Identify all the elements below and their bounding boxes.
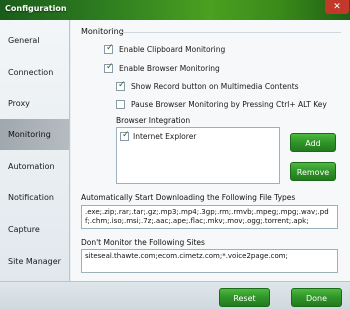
sidebar-item-site-manager[interactable]: Site Manager [0, 246, 69, 277]
check-icon: ✓ [106, 43, 114, 53]
record-button-checkbox[interactable]: ✓ [116, 80, 126, 91]
file-types-field[interactable]: .exe;.zip;.rar;.tar;.gz;.mp3;.mp4;.3gp;.… [81, 205, 338, 229]
remove-button[interactable]: Remove [290, 162, 336, 181]
sidebar: General Connection Proxy Monitoring Auto… [0, 20, 70, 281]
done-button[interactable]: Done [291, 288, 342, 307]
check-icon: ✓ [122, 130, 130, 140]
exclude-sites-heading: Don't Monitor the Following Sites [81, 238, 205, 247]
pause-monitoring-label: Pause Browser Monitoring by Pressing Ctr… [131, 100, 327, 109]
sidebar-item-capture[interactable]: Capture [0, 214, 69, 245]
close-icon[interactable]: ✕ [325, 0, 349, 14]
auto-download-heading: Automatically Start Downloading the Foll… [81, 193, 296, 202]
clipboard-monitoring-checkbox[interactable]: ✓ [104, 43, 114, 54]
sidebar-item-automation[interactable]: Automation [0, 151, 69, 182]
section-divider [121, 32, 341, 33]
clipboard-monitoring-label: Enable Clipboard Monitoring [119, 45, 226, 54]
record-button-label: Show Record button on Multimedia Content… [131, 82, 299, 91]
pause-monitoring-checkbox[interactable] [116, 100, 125, 109]
window-title: Configuration [5, 4, 67, 13]
sidebar-item-general[interactable]: General [0, 25, 69, 56]
sidebar-item-monitoring[interactable]: Monitoring [0, 119, 69, 150]
check-icon: ✓ [106, 62, 114, 72]
sidebar-item-connection[interactable]: Connection [0, 57, 69, 88]
browser-monitoring-checkbox[interactable]: ✓ [104, 62, 114, 73]
reset-button[interactable]: Reset [219, 288, 270, 307]
section-title: Monitoring [81, 27, 124, 36]
add-button[interactable]: Add [290, 133, 336, 152]
sidebar-item-notification[interactable]: Notification [0, 182, 69, 213]
excluded-sites-field[interactable]: siteseal.thawte.com;ecom.cimetz.com;*.vo… [81, 249, 338, 273]
check-icon: ✓ [118, 80, 126, 90]
sidebar-item-proxy[interactable]: Proxy [0, 88, 69, 119]
browser-list-item: Internet Explorer [133, 132, 197, 141]
browser-monitoring-label: Enable Browser Monitoring [119, 64, 220, 73]
browser-list[interactable]: ✓ Internet Explorer [116, 127, 280, 184]
monitoring-panel: Monitoring ✓ Enable Clipboard Monitoring… [71, 20, 350, 281]
internet-explorer-checkbox[interactable]: ✓ [120, 130, 130, 141]
browser-integration-heading: Browser Integration [116, 116, 191, 125]
title-bar: Configuration ✕ [0, 0, 350, 20]
footer-bar: Reset Done [0, 281, 350, 310]
